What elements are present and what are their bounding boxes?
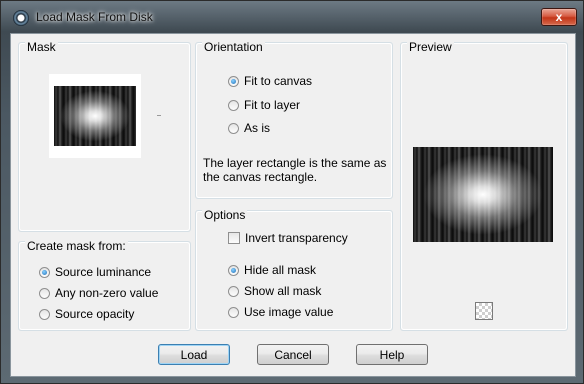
mask-image bbox=[54, 86, 136, 146]
radio-dot bbox=[39, 287, 50, 299]
window-title: Load Mask From Disk bbox=[36, 10, 153, 24]
radio-label: Fit to canvas bbox=[244, 74, 313, 88]
radio-dot bbox=[39, 308, 50, 320]
radio-dot bbox=[228, 264, 239, 276]
mask-group-title: Mask bbox=[25, 40, 58, 54]
load-button[interactable]: Load bbox=[158, 344, 230, 365]
help-button[interactable]: Help bbox=[356, 344, 428, 365]
radio-use-image-value[interactable]: Use image value bbox=[228, 305, 333, 319]
radio-source-opacity[interactable]: Source opacity bbox=[39, 307, 134, 321]
radio-dot bbox=[228, 99, 239, 111]
radio-as-is[interactable]: As is bbox=[228, 121, 270, 135]
close-button[interactable]: x bbox=[541, 8, 577, 26]
orientation-description: The layer rectangle is the same as the c… bbox=[203, 156, 387, 184]
mask-thumbnail[interactable] bbox=[49, 74, 141, 158]
radio-dot bbox=[228, 122, 239, 134]
dialog-client-area: Mask Create mask from: Source luminance … bbox=[10, 33, 576, 377]
invert-transparency-checkbox[interactable]: Invert transparency bbox=[228, 231, 348, 245]
radio-label: Source opacity bbox=[55, 307, 135, 321]
radio-fit-to-layer[interactable]: Fit to layer bbox=[228, 98, 300, 112]
preview-title: Preview bbox=[407, 40, 454, 54]
radio-label: Fit to layer bbox=[244, 98, 301, 112]
radio-label: Hide all mask bbox=[244, 263, 317, 277]
radio-source-luminance[interactable]: Source luminance bbox=[39, 265, 151, 279]
radio-fit-to-canvas[interactable]: Fit to canvas bbox=[228, 74, 312, 88]
radio-dot bbox=[228, 75, 239, 87]
radio-dot bbox=[228, 285, 239, 297]
mask-group: Mask bbox=[18, 40, 191, 232]
radio-label: Use image value bbox=[244, 305, 334, 319]
radio-any-nonzero[interactable]: Any non-zero value bbox=[39, 286, 158, 300]
close-icon: x bbox=[555, 10, 563, 24]
radio-dot bbox=[228, 306, 239, 318]
dialog-window: Load Mask From Disk x Mask Create mask f… bbox=[0, 0, 584, 384]
cancel-button[interactable]: Cancel bbox=[257, 344, 329, 365]
radio-label: Show all mask bbox=[244, 284, 322, 298]
orientation-group: Orientation Fit to canvas Fit to layer A… bbox=[195, 40, 393, 199]
options-title: Options bbox=[202, 208, 248, 222]
radio-show-all-mask[interactable]: Show all mask bbox=[228, 284, 321, 298]
title-bar[interactable]: Load Mask From Disk x bbox=[1, 1, 583, 31]
checkerboard-icon[interactable] bbox=[475, 302, 493, 320]
radio-label: As is bbox=[244, 121, 271, 135]
checkbox-label: Invert transparency bbox=[245, 231, 348, 245]
radio-dot bbox=[39, 266, 50, 278]
radio-hide-all-mask[interactable]: Hide all mask bbox=[228, 263, 316, 277]
radio-label: Source luminance bbox=[55, 265, 152, 279]
thumb-marker bbox=[157, 115, 161, 116]
orientation-title: Orientation bbox=[202, 40, 265, 54]
create-mask-group: Create mask from: Source luminance Any n… bbox=[18, 239, 191, 331]
radio-label: Any non-zero value bbox=[55, 286, 159, 300]
create-mask-title: Create mask from: bbox=[25, 239, 128, 253]
app-icon bbox=[13, 10, 29, 26]
checkbox-box bbox=[228, 232, 240, 244]
preview-image bbox=[413, 147, 553, 242]
options-group: Options Invert transparency Hide all mas… bbox=[195, 208, 393, 331]
